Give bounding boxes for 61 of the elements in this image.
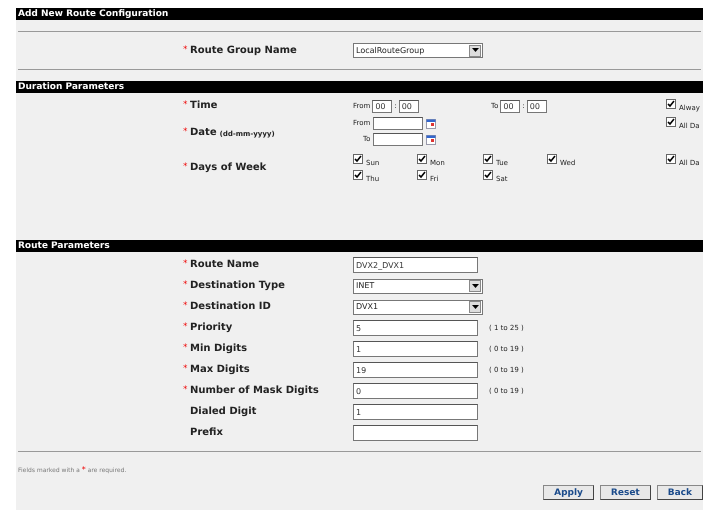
checkbox[interactable] [417, 170, 427, 180]
field-label: Route Name [190, 259, 260, 271]
input-field[interactable]: 1 [353, 341, 478, 357]
required-marker: * [183, 127, 188, 137]
checkbox[interactable] [547, 154, 557, 164]
input-field[interactable]: 00 [526, 100, 547, 112]
checkbox[interactable] [353, 170, 363, 180]
field-label: Destination ID [190, 301, 271, 313]
field-label: Destination Type [190, 280, 285, 292]
dropdown[interactable]: INET [353, 278, 483, 294]
field-label: Days of Week [190, 162, 266, 174]
checkbox[interactable] [666, 154, 676, 164]
checkbox[interactable] [353, 154, 363, 164]
input-field[interactable]: 5 [353, 320, 478, 336]
field-label: Dialed Digit [190, 406, 256, 418]
checkbox[interactable] [666, 117, 676, 127]
input-field[interactable]: DVX2_DVX1 [353, 257, 478, 273]
checkbox[interactable] [483, 154, 493, 164]
input-field[interactable]: 19 [353, 362, 478, 378]
input-field[interactable]: 00 [500, 100, 520, 112]
dropdown[interactable]: DVX1 [353, 300, 483, 314]
field-label: Min Digits [190, 343, 248, 355]
required-marker: * [183, 44, 188, 54]
action-button[interactable]: Back [656, 485, 703, 500]
field-label: Prefix [190, 427, 223, 439]
input-field[interactable] [373, 117, 424, 130]
input-field[interactable]: 00 [372, 100, 392, 112]
calendar-icon[interactable] [426, 118, 436, 128]
required-marker: * [183, 162, 188, 172]
calendar-icon[interactable] [426, 134, 436, 144]
required-marker: * [183, 364, 188, 374]
field-label: Max Digits [190, 364, 250, 376]
checkbox[interactable] [417, 154, 427, 164]
section-header: Route Parameters [16, 240, 703, 252]
caret-icon [469, 280, 481, 292]
field-label: Route Group Name [190, 44, 297, 56]
field-label: Priority [190, 322, 232, 334]
dropdown[interactable]: LocalRouteGroup [353, 43, 483, 58]
input-field[interactable]: 1 [353, 404, 478, 420]
required-marker: * [183, 343, 188, 353]
input-field[interactable]: 00 [398, 100, 419, 112]
required-marker: * [183, 385, 188, 395]
section-header: Duration Parameters [16, 81, 703, 93]
field-label: Number of Mask Digits [190, 385, 319, 397]
input-field[interactable] [353, 425, 478, 441]
field-label: Time [190, 100, 218, 112]
input-field[interactable] [373, 133, 424, 146]
checkbox[interactable] [483, 170, 493, 180]
caret-icon [469, 301, 481, 313]
action-button[interactable]: Reset [600, 485, 651, 500]
required-marker: * [183, 280, 188, 290]
field-label: Date [190, 127, 217, 139]
section-header: Add New Route Configuration [16, 8, 703, 20]
checkbox[interactable] [666, 98, 676, 109]
action-button[interactable]: Apply [543, 485, 594, 500]
required-marker: * [183, 301, 188, 311]
caret-icon [469, 44, 481, 56]
required-marker: * [183, 259, 188, 269]
required-marker: * [183, 322, 188, 332]
required-marker: * [183, 100, 188, 110]
input-field[interactable]: 0 [353, 383, 478, 399]
